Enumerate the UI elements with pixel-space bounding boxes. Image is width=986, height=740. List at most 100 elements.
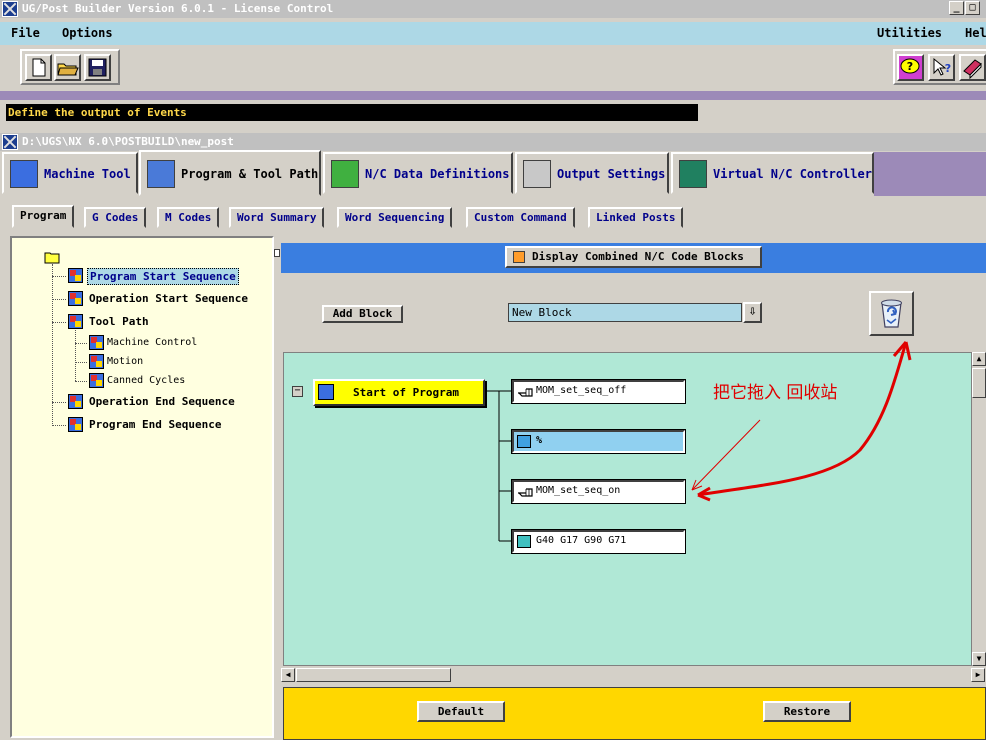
tree-item-label: Tool Path	[89, 315, 149, 328]
subtab-linked-posts[interactable]: Linked Posts	[588, 207, 684, 228]
tree-connector	[52, 276, 66, 277]
tree-connector	[75, 330, 76, 381]
tab-machine-tool[interactable]: Machine Tool	[2, 152, 138, 194]
horizontal-scrollbar[interactable]: ◀ ▶	[281, 667, 986, 683]
tab-output-settings-label: Output Settings	[557, 167, 666, 181]
tree-item-label: Program End Sequence	[89, 418, 222, 431]
event-group-icon	[89, 373, 104, 388]
nc-data-icon	[331, 160, 359, 188]
tab-nc-data-definitions-label: N/C Data Definitions	[365, 167, 510, 181]
question-balloon-icon: ?	[900, 58, 920, 74]
new-file-icon	[32, 58, 46, 77]
tree-item-label: Operation Start Sequence	[89, 292, 248, 305]
scroll-up-icon[interactable]: ▲	[972, 352, 986, 366]
open-folder-icon	[57, 63, 79, 76]
balloon-help-button[interactable]: ?	[897, 54, 924, 81]
context-help-button[interactable]: ?	[928, 54, 955, 81]
event-group-icon	[68, 417, 83, 432]
tree-connector	[52, 299, 66, 300]
app-logo-icon	[2, 1, 18, 17]
start-of-program-event[interactable]: Start of Program	[313, 379, 485, 406]
main-tab-bar: Machine Tool Program & Tool Path N/C Dat…	[0, 150, 986, 196]
annotation-arrows	[691, 341, 912, 502]
tree-item-label: Canned Cycles	[107, 375, 186, 386]
subtab-g-codes[interactable]: G Codes	[84, 207, 147, 228]
status-message: Define the output of Events	[6, 104, 698, 121]
block-label: MOM_set_seq_off	[536, 385, 627, 396]
event-group-icon	[68, 291, 83, 306]
chevron-down-icon: ⇩	[748, 304, 757, 319]
pane-splitter-handle[interactable]	[274, 249, 280, 257]
tab-virtual-nc-controller[interactable]: Virtual N/C Controller	[671, 152, 874, 194]
display-combined-checkbox[interactable]: Display Combined N/C Code Blocks	[505, 246, 762, 268]
block-label: %	[536, 435, 543, 446]
subtab-word-sequencing[interactable]: Word Sequencing	[337, 207, 453, 228]
hand-pointer-icon	[518, 388, 533, 397]
tab-output-settings[interactable]: Output Settings	[515, 152, 669, 194]
svg-text:?: ?	[945, 62, 951, 75]
event-icon	[318, 384, 334, 400]
horizontal-scroll-thumb[interactable]	[296, 668, 451, 682]
block-item[interactable]: MOM_set_seq_on	[511, 479, 686, 504]
block-item[interactable]: G40 G17 G90 G71	[511, 529, 686, 554]
machine-tool-icon	[10, 160, 38, 188]
folder-icon	[44, 252, 60, 264]
restore-button[interactable]: Restore	[763, 701, 851, 722]
block-item[interactable]: %	[511, 429, 686, 454]
printer-icon	[523, 160, 551, 188]
help-toolbar-group: ? ?	[893, 49, 986, 85]
tree-connector	[52, 425, 66, 426]
trash-bin-icon	[881, 299, 902, 328]
scroll-down-icon[interactable]: ▼	[972, 652, 986, 666]
add-block-button[interactable]: Add Block	[322, 305, 403, 323]
tree-connector	[75, 343, 87, 344]
subtab-m-codes[interactable]: M Codes	[157, 207, 220, 228]
manual-button[interactable]	[959, 54, 986, 81]
maximize-button[interactable]: □	[965, 1, 980, 15]
block-label: G40 G17 G90 G71	[536, 535, 627, 546]
vertical-scroll-thumb[interactable]	[972, 368, 986, 398]
block-item[interactable]: MOM_set_seq_off	[511, 379, 686, 404]
collapse-toggle[interactable]: −	[292, 386, 303, 397]
subtab-custom-command[interactable]: Custom Command	[466, 207, 575, 228]
tree-item-label: Operation End Sequence	[89, 395, 235, 408]
open-file-button[interactable]	[54, 54, 81, 81]
new-block-dropdown-button[interactable]: ⇩	[743, 302, 762, 323]
tab-nc-data-definitions[interactable]: N/C Data Definitions	[323, 152, 513, 194]
tab-program-tool-path-label: Program & Tool Path	[181, 167, 319, 181]
new-block-select[interactable]: New Block	[508, 303, 742, 322]
event-group-icon	[68, 394, 83, 409]
save-file-button[interactable]	[84, 54, 111, 81]
new-file-button[interactable]	[25, 54, 52, 81]
tree-connector	[75, 362, 87, 363]
minimize-button[interactable]: _	[949, 1, 964, 15]
sub-window-title: D:\UGS\NX 6.0\POSTBUILD\new_post	[22, 135, 234, 148]
file-toolbar-group	[20, 49, 120, 85]
display-combined-label: Display Combined N/C Code Blocks	[532, 250, 744, 263]
book-icon	[963, 59, 982, 80]
tab-bar-filler	[874, 152, 986, 196]
virtual-controller-icon	[679, 160, 707, 188]
tree-connector	[52, 322, 66, 323]
toolbar: ? ?	[0, 45, 986, 91]
menu-file[interactable]: File	[11, 26, 40, 40]
scroll-left-icon[interactable]: ◀	[281, 668, 295, 682]
menu-utilities[interactable]: Utilities	[877, 26, 942, 40]
tree-item-label: Machine Control	[107, 337, 198, 348]
event-group-icon	[68, 314, 83, 329]
scroll-right-icon[interactable]: ▶	[971, 668, 985, 682]
event-group-icon	[89, 335, 104, 350]
menu-options[interactable]: Options	[62, 26, 113, 40]
separator-bar	[0, 91, 986, 100]
default-button[interactable]: Default	[417, 701, 505, 722]
subtab-word-summary[interactable]: Word Summary	[229, 207, 325, 228]
app-title-bar: UG/Post Builder Version 6.0.1 - License …	[0, 0, 986, 18]
subtab-program[interactable]: Program	[12, 205, 75, 228]
vertical-scrollbar[interactable]: ▲ ▼	[972, 352, 986, 666]
cube-icon	[517, 535, 531, 548]
tree-connector	[52, 402, 66, 403]
event-group-icon	[68, 268, 83, 283]
tab-program-tool-path[interactable]: Program & Tool Path	[139, 150, 321, 196]
menu-help[interactable]: Hel	[965, 26, 986, 40]
checkbox-indicator	[513, 251, 525, 263]
